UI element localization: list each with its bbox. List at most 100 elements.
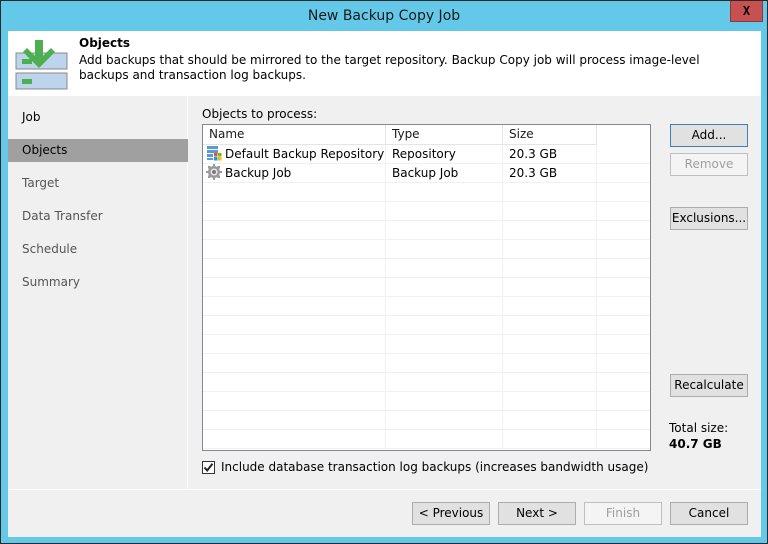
- empty-cell: [203, 183, 386, 202]
- empty-cell: [203, 221, 386, 240]
- step-summary[interactable]: Summary: [8, 271, 188, 294]
- empty-cell: [503, 297, 597, 316]
- empty-cell: [503, 373, 597, 392]
- empty-cell: [503, 316, 597, 335]
- empty-table-row: [203, 430, 650, 449]
- empty-table-row: [203, 278, 650, 297]
- empty-table-row: [203, 316, 650, 335]
- empty-cell: [203, 278, 386, 297]
- add-button[interactable]: Add...: [670, 124, 748, 147]
- objects-table[interactable]: Name Type Size Default Backup Repository…: [202, 124, 651, 451]
- wizard-footer: < Previous Next > Finish Cancel: [8, 489, 761, 537]
- empty-cell: [386, 373, 503, 392]
- include-log-backups-checkbox[interactable]: [202, 461, 215, 474]
- dialog-window: New Backup Copy Job X Objects Add backup…: [0, 0, 768, 544]
- step-job[interactable]: Job: [8, 106, 188, 129]
- checkmark-icon: [203, 463, 214, 473]
- row-name: Default Backup Repository: [225, 147, 385, 161]
- empty-cell: [203, 240, 386, 259]
- empty-table-row: [203, 221, 650, 240]
- dialog-client: Objects Add backups that should be mirro…: [8, 31, 761, 537]
- empty-cell: [203, 316, 386, 335]
- empty-cell: [203, 392, 386, 411]
- objects-to-process-label: Objects to process:: [202, 107, 318, 121]
- empty-table-row: [203, 202, 650, 221]
- title-bar[interactable]: New Backup Copy Job X: [1, 1, 767, 31]
- exclusions-button[interactable]: Exclusions...: [670, 207, 748, 230]
- empty-cell: [503, 240, 597, 259]
- empty-cell: [386, 335, 503, 354]
- empty-cell: [203, 202, 386, 221]
- repository-icon: [207, 146, 222, 161]
- empty-cell: [203, 430, 386, 449]
- empty-cell: [386, 221, 503, 240]
- empty-table-row: [203, 373, 650, 392]
- remove-button[interactable]: Remove: [670, 153, 748, 176]
- window-title: New Backup Copy Job: [307, 8, 461, 24]
- empty-cell: [203, 373, 386, 392]
- column-header-name[interactable]: Name: [203, 125, 386, 145]
- step-data-transfer[interactable]: Data Transfer: [8, 205, 188, 228]
- empty-cell: [503, 259, 597, 278]
- empty-cell: [386, 240, 503, 259]
- empty-cell: [386, 183, 503, 202]
- row-size: 20.3 GB: [503, 145, 597, 164]
- empty-table-row: [203, 240, 650, 259]
- row-name: Backup Job: [225, 166, 292, 180]
- objects-panel: Objects to process: Name Type Size Defau…: [189, 96, 761, 489]
- table-header: Name Type Size: [203, 125, 650, 145]
- include-log-backups-label[interactable]: Include database transaction log backups…: [221, 460, 648, 474]
- recalculate-button[interactable]: Recalculate: [670, 374, 748, 397]
- empty-cell: [203, 354, 386, 373]
- empty-cell: [203, 335, 386, 354]
- step-title: Objects: [79, 36, 131, 50]
- empty-cell: [503, 430, 597, 449]
- empty-cell: [386, 259, 503, 278]
- previous-button[interactable]: < Previous: [412, 502, 490, 525]
- total-size-label: Total size:: [669, 421, 729, 435]
- backup-download-icon: [15, 40, 68, 90]
- empty-cell: [386, 354, 503, 373]
- gear-icon: [206, 164, 222, 180]
- empty-cell: [386, 392, 503, 411]
- empty-table-row: [203, 411, 650, 430]
- empty-cell: [386, 202, 503, 221]
- empty-cell: [203, 411, 386, 430]
- empty-cell: [386, 297, 503, 316]
- column-header-size[interactable]: Size: [503, 125, 597, 145]
- empty-table-row: [203, 183, 650, 202]
- step-target[interactable]: Target: [8, 172, 188, 195]
- empty-cell: [503, 202, 597, 221]
- total-size-value: 40.7 GB: [669, 437, 722, 451]
- finish-button[interactable]: Finish: [584, 502, 662, 525]
- empty-cell: [503, 354, 597, 373]
- empty-cell: [503, 278, 597, 297]
- empty-cell: [386, 430, 503, 449]
- empty-cell: [503, 183, 597, 202]
- empty-cell: [386, 316, 503, 335]
- step-description: Add backups that should be mirrored to t…: [79, 53, 700, 82]
- step-objects[interactable]: Objects: [8, 139, 188, 162]
- row-type: Repository: [386, 145, 503, 164]
- empty-cell: [503, 335, 597, 354]
- column-header-type[interactable]: Type: [386, 125, 503, 145]
- row-size: 20.3 GB: [503, 164, 597, 183]
- close-button[interactable]: X: [730, 1, 763, 22]
- step-schedule[interactable]: Schedule: [8, 238, 188, 261]
- wizard-steps: Job Objects Target Data Transfer Schedul…: [8, 96, 188, 489]
- empty-cell: [386, 278, 503, 297]
- empty-table-row: [203, 392, 650, 411]
- empty-cell: [386, 411, 503, 430]
- row-type: Backup Job: [386, 164, 503, 183]
- empty-cell: [203, 297, 386, 316]
- empty-table-row: [203, 259, 650, 278]
- empty-table-row: [203, 354, 650, 373]
- empty-table-row: [203, 297, 650, 316]
- table-row[interactable]: Backup Job Backup Job 20.3 GB: [203, 164, 650, 183]
- table-row[interactable]: Default Backup Repository Repository 20.…: [203, 145, 650, 164]
- cancel-button[interactable]: Cancel: [670, 502, 748, 525]
- empty-cell: [503, 221, 597, 240]
- empty-cell: [503, 411, 597, 430]
- next-button[interactable]: Next >: [498, 502, 576, 525]
- empty-table-row: [203, 335, 650, 354]
